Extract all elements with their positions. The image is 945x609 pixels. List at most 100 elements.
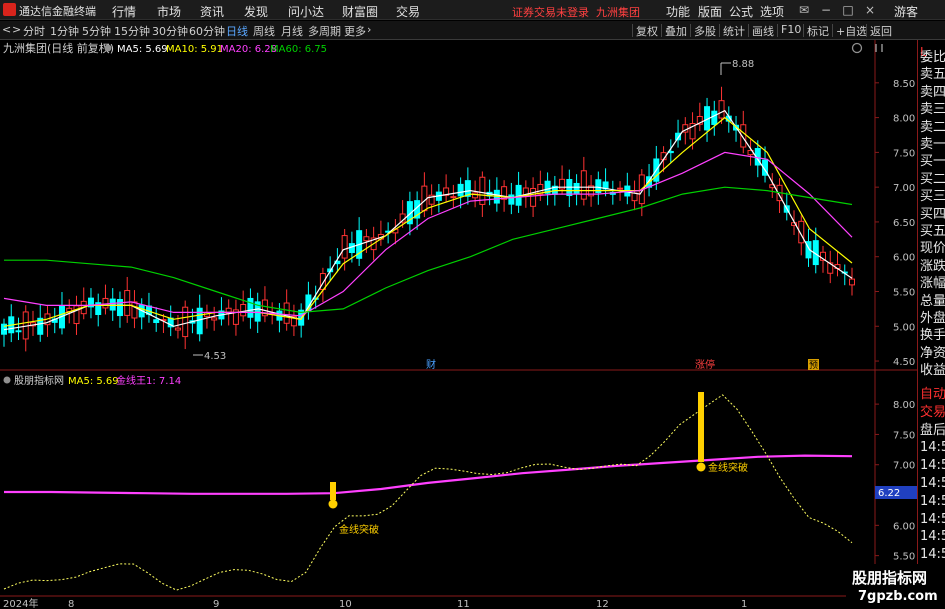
candle-body (711, 110, 718, 125)
mark-button[interactable]: 标记 (807, 23, 829, 39)
ma-line-ma5 (3, 109, 853, 331)
chevron-down-icon[interactable]: › (367, 23, 371, 36)
y-tick-label: 6.00 (893, 521, 915, 532)
candle-body (580, 170, 587, 200)
legend-toggle-icon[interactable] (104, 44, 112, 52)
ma-line-ma10 (3, 116, 853, 327)
menu-ask[interactable]: 问小达 (288, 3, 324, 20)
close-icon[interactable]: × (862, 2, 878, 18)
menu-layout[interactable]: 版面 (698, 3, 722, 20)
menu-functions[interactable]: 功能 (666, 3, 690, 20)
candle-body (102, 297, 109, 309)
candle-body (116, 299, 123, 317)
ma10-label: MA10: 5.91 (166, 44, 223, 55)
ma60-label: MA60: 6.75 (270, 44, 327, 55)
y-tick-label: 5.50 (893, 287, 915, 298)
toolbar-left-arrow-icon[interactable]: < (2, 23, 11, 36)
period-30min[interactable]: 30分钟 (152, 23, 188, 39)
draw-line-button[interactable]: 画线 (752, 23, 774, 39)
high-price-label: 8.88 (732, 59, 754, 70)
x-label-year: 2024年 (3, 597, 38, 609)
toolbar-divider (832, 24, 833, 37)
money-bag-icon (696, 462, 706, 472)
low-price-label: 4.53 (204, 351, 226, 362)
period-multi[interactable]: 多周期 (308, 23, 341, 39)
watermark-line2: 7gpzb.com (858, 589, 938, 604)
candle-body (472, 192, 479, 199)
menu-trade[interactable]: 交易 (396, 3, 420, 20)
event-forecast-label: 预 (809, 360, 818, 371)
guest-label[interactable]: 游客 (894, 3, 918, 20)
toolbar-divider (748, 24, 749, 37)
x-label-sep: 9 (213, 599, 219, 609)
minimize-icon[interactable]: − (818, 2, 834, 18)
kline-chart[interactable]: 九洲集团(日线 前复权) MA5: 5.69 MA10: 5.91 MA20: … (0, 40, 917, 609)
menu-market-quote[interactable]: 行情 (112, 3, 136, 20)
menu-wealth-circle[interactable]: 财富圈 (342, 3, 378, 20)
add-favorite-button[interactable]: +自选 (836, 23, 867, 39)
x-label-oct: 10 (339, 599, 352, 609)
sub-chart-title: 股朋指标网 (14, 374, 64, 387)
back-button[interactable]: 返回 (870, 23, 892, 39)
candle-body (421, 185, 428, 212)
event-finance-label[interactable]: 财 (426, 358, 436, 371)
indicator-lines (3, 394, 853, 591)
period-more[interactable]: 更多 (344, 23, 366, 39)
y-tick-label: 5.50 (893, 552, 915, 563)
maximize-icon[interactable]: □ (840, 2, 856, 18)
signal-2: 金线突破 (696, 392, 748, 474)
y-tick-label: 7.00 (893, 183, 915, 194)
menu-news[interactable]: 资讯 (200, 3, 224, 20)
y-tick-label: 7.00 (893, 461, 915, 472)
signal-bar (698, 392, 704, 462)
toolbar-divider (632, 24, 633, 37)
menu-formula[interactable]: 公式 (729, 3, 753, 20)
period-60min[interactable]: 60分钟 (189, 23, 225, 39)
watermark-line1: 股朋指标网 (852, 569, 928, 587)
candle-body (508, 194, 515, 205)
menu-discover[interactable]: 发现 (244, 3, 268, 20)
period-15min[interactable]: 15分钟 (114, 23, 150, 39)
period-weekly[interactable]: 周线 (253, 23, 275, 39)
menu-options[interactable]: 选项 (760, 3, 784, 20)
multi-stock-button[interactable]: 多股 (694, 23, 716, 39)
chart-settings-icons[interactable] (851, 42, 883, 54)
period-daily[interactable]: 日线 (226, 23, 248, 39)
menu-market[interactable]: 市场 (157, 3, 181, 20)
signal-bar (330, 482, 336, 500)
mail-icon[interactable]: ✉ (796, 2, 812, 18)
y-tick-label: 7.50 (893, 148, 915, 159)
quote-side-panel: L 委比 卖五 卖四 卖三 卖二 卖一 买一 买二 买三 买四 买五 现价 涨跌 涨幅 总量 外盘 换手 净资 收益自… (917, 40, 945, 609)
overlay-button[interactable]: 叠加 (665, 23, 687, 39)
period-intraday[interactable]: 分时 (23, 23, 45, 39)
event-limit-up-label[interactable]: 涨停 (695, 358, 715, 371)
moving-average-lines (3, 109, 853, 331)
candle-body (573, 182, 580, 195)
statistics-button[interactable]: 统计 (723, 23, 745, 39)
toolbar-right-arrow-icon[interactable]: > (12, 23, 21, 36)
candle-body (457, 183, 464, 197)
sub-legend-toggle-icon[interactable] (3, 376, 11, 384)
adjust-price-button[interactable]: 复权 (636, 23, 658, 39)
candle-body (450, 196, 457, 199)
period-monthly[interactable]: 月线 (281, 23, 303, 39)
low-marker: 4.53 (193, 351, 226, 362)
y-tick-label: 7.50 (893, 430, 915, 441)
ma5-label: MA5: 5.69 (117, 44, 168, 55)
toolbar-divider (719, 24, 720, 37)
x-label-aug: 8 (68, 599, 74, 609)
toolbar-divider (690, 24, 691, 37)
period-5min[interactable]: 5分钟 (82, 23, 111, 39)
period-toolbar: < > 分时 1分钟 5分钟 15分钟 30分钟 60分钟 日线 周线 月线 多… (0, 21, 945, 40)
app-title: 通达信金融终端 (19, 5, 96, 18)
f10-button[interactable]: F10 (781, 23, 801, 36)
period-1min[interactable]: 1分钟 (50, 23, 79, 39)
candle-body (153, 319, 160, 323)
y-tick-label: 8.00 (893, 114, 915, 125)
gear-icon[interactable] (851, 42, 863, 54)
sub-ma5-label: MA5: 5.69 (68, 376, 119, 387)
login-status[interactable]: 证券交易未登录 九洲集团 (512, 4, 640, 20)
x-label-dec: 12 (596, 599, 609, 609)
candle-body (109, 298, 116, 311)
candle-body (182, 306, 189, 338)
